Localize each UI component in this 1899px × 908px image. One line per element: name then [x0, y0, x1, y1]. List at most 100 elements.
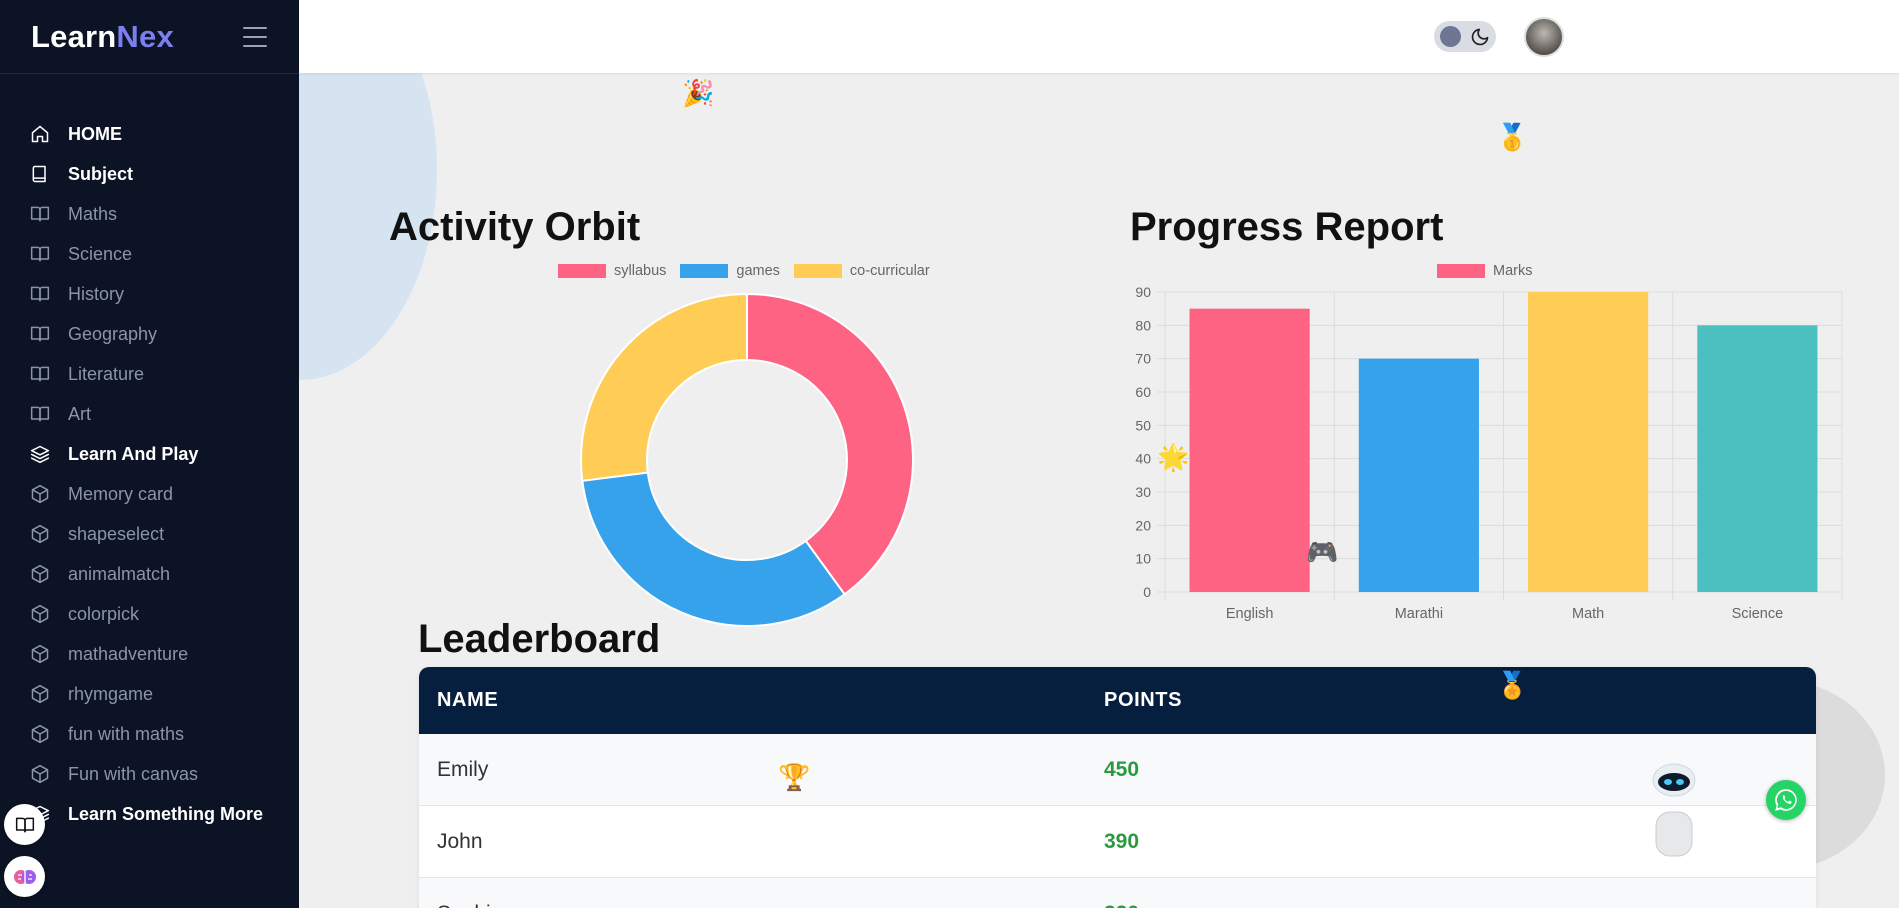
y-tick-label: 90 [1135, 284, 1151, 300]
whatsapp-icon[interactable] [1766, 780, 1806, 820]
open-book-icon[interactable] [4, 804, 45, 845]
doughnut-slice-games[interactable] [581, 471, 846, 627]
avatar[interactable] [1524, 17, 1564, 57]
sidebar-item-label: Art [68, 403, 92, 424]
cube-icon [30, 644, 50, 664]
sidebar-item-history[interactable]: History [0, 274, 299, 314]
toggle-knob [1440, 26, 1461, 47]
sidebar-nav: HOME Subject Maths Science History Geography L… [0, 114, 299, 834]
bar-english[interactable] [1189, 308, 1310, 592]
sidebar-item-label: HOME [68, 123, 122, 144]
sidebar-item-label: Learn And Play [68, 443, 199, 464]
bar-science[interactable] [1697, 325, 1818, 592]
column-header-name: NAME [437, 689, 499, 711]
open-book-icon [30, 244, 50, 264]
leaderboard-table: NAME POINTS Emily 450 John 390 Sophia320 [419, 667, 1816, 908]
sidebar-item-label: Geography [68, 323, 158, 344]
sidebar-item-mathadventure[interactable]: mathadventure [0, 634, 299, 674]
sidebar-item-learn-something-more[interactable]: Learn Something More [0, 794, 299, 834]
star-icon: 🌟 [1157, 442, 1190, 472]
sidebar-item-label: Science [68, 243, 133, 264]
y-tick-label: 50 [1135, 417, 1151, 433]
sidebar-item-geography[interactable]: Geography [0, 314, 299, 354]
x-tick-label: Science [1732, 606, 1784, 622]
y-tick-label: 40 [1135, 451, 1151, 467]
theme-toggle[interactable] [1434, 21, 1496, 52]
sidebar-item-label: Fun with canvas [68, 763, 199, 784]
progress-report-title: Progress Report [1130, 205, 1444, 249]
book-icon [30, 164, 50, 184]
layers-icon [30, 444, 50, 464]
brand-part1: Learn [31, 18, 117, 54]
brand-logo[interactable]: LearnNex [31, 19, 174, 55]
y-tick-label: 70 [1135, 351, 1151, 367]
sidebar-item-label: Learn Something More [68, 803, 264, 824]
sidebar-item-literature[interactable]: Literature [0, 354, 299, 394]
bar-math[interactable] [1528, 292, 1649, 592]
table-header: NAME POINTS [419, 667, 1816, 734]
cube-icon [30, 724, 50, 744]
cube-icon [30, 684, 50, 704]
top-bar [299, 0, 1899, 73]
y-tick-label: 60 [1135, 384, 1151, 400]
hamburger-menu-icon[interactable] [243, 26, 267, 47]
y-tick-label: 20 [1135, 517, 1151, 533]
cube-icon [30, 524, 50, 544]
doughnut-slice-co-curricular[interactable] [580, 292, 748, 482]
doughnut-svg [580, 292, 914, 627]
activity-orbit-title: Activity Orbit [389, 205, 641, 249]
sidebar-item-shapeselect[interactable]: shapeselect [0, 514, 299, 554]
sidebar-item-memory-card[interactable]: Memory card [0, 474, 299, 514]
sidebar-item-colorpick[interactable]: colorpick [0, 594, 299, 634]
player-points: 390 [1104, 829, 1140, 853]
sidebar-item-learn-and-play[interactable]: Learn And Play [0, 434, 299, 474]
open-book-icon [30, 204, 50, 224]
sidebar-item-home[interactable]: HOME [0, 114, 299, 154]
player-points: 450 [1104, 757, 1140, 781]
party-popper-icon: 🎉 [682, 78, 715, 108]
sidebar-item-label: fun with maths [68, 723, 185, 744]
sidebar-item-label: Memory card [68, 483, 174, 504]
cube-icon [30, 604, 50, 624]
cube-icon [30, 484, 50, 504]
progress-bar-chart: Marks 0 10 20 30 40 50 60 70 80 90 English Marathi M… [1120, 260, 1850, 630]
medal-icon: 🥇 [1496, 122, 1529, 152]
gamepad-icon: 🎮 [1306, 537, 1339, 567]
sidebar-item-science[interactable]: Science [0, 234, 299, 274]
cube-icon [30, 764, 50, 784]
y-tick-label: 30 [1135, 484, 1151, 500]
y-tick-label: 0 [1143, 584, 1151, 600]
sidebar-item-fun-with-canvas[interactable]: Fun with canvas [0, 754, 299, 794]
cube-icon [30, 564, 50, 584]
bar-marathi[interactable] [1358, 358, 1479, 592]
y-tick-label: 80 [1135, 317, 1151, 333]
trophy-icon: 🏆 [778, 762, 811, 792]
sidebar-item-label: animalmatch [68, 563, 171, 584]
sidebar-item-maths[interactable]: Maths [0, 194, 299, 234]
brand-part2: Nex [116, 18, 174, 54]
column-header-points: POINTS [1104, 689, 1183, 711]
doughnut-slice-syllabus[interactable] [746, 292, 914, 596]
open-book-icon [30, 404, 50, 424]
brain-icon[interactable] [4, 856, 45, 897]
sidebar-item-label: shapeselect [68, 523, 165, 544]
sidebar-item-rhymgame[interactable]: rhymgame [0, 674, 299, 714]
medal-icon: 🏅 [1496, 670, 1529, 700]
open-book-icon [30, 364, 50, 384]
x-tick-label: English [1226, 606, 1274, 622]
player-name: Emily [437, 757, 489, 781]
open-book-icon [30, 284, 50, 304]
moon-icon [1471, 28, 1489, 46]
player-name: John [437, 829, 483, 853]
sidebar-item-animalmatch[interactable]: animalmatch [0, 554, 299, 594]
y-tick-label: 10 [1135, 551, 1151, 567]
sidebar-item-art[interactable]: Art [0, 394, 299, 434]
sidebar-item-subject[interactable]: Subject [0, 154, 299, 194]
chat-bot-icon[interactable] [1630, 760, 1730, 860]
player-name: Sophia [419, 902, 1104, 908]
x-tick-label: Marathi [1395, 606, 1443, 622]
sidebar-item-fun-with-maths[interactable]: fun with maths [0, 714, 299, 754]
table-row: John 390 [419, 806, 1816, 878]
bar-chart-svg: 0 10 20 30 40 50 60 70 80 90 English Marathi Math Sci… [1135, 284, 1843, 622]
table-row: Sophia320 [419, 878, 1816, 908]
